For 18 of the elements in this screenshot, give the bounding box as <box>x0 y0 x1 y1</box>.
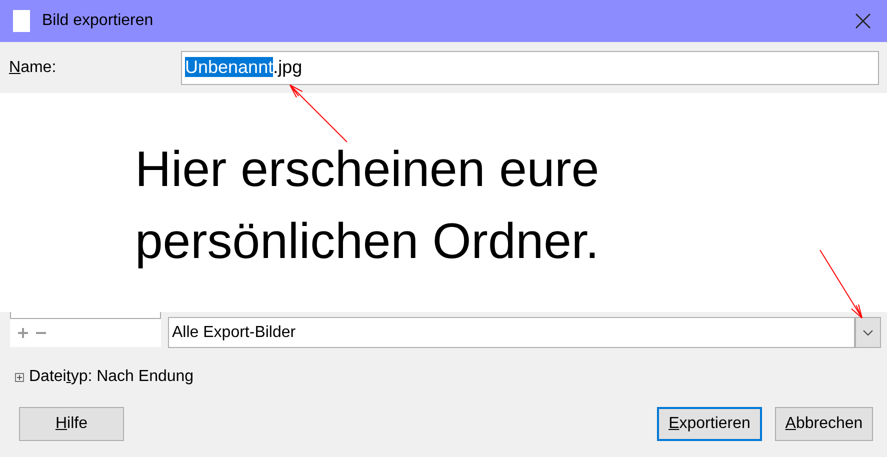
name-input-field[interactable]: Unbenannt.jpg <box>181 50 879 84</box>
expand-toggle[interactable] <box>15 372 24 382</box>
chevron-down-icon <box>863 330 873 336</box>
file-type-label: Dateityp: Nach Endung <box>29 367 194 387</box>
export-button[interactable]: Exportieren <box>657 407 762 441</box>
annotation-arrow <box>820 250 862 318</box>
close-button[interactable] <box>853 11 873 31</box>
close-icon <box>855 13 871 29</box>
annotation-arrow <box>290 84 348 142</box>
name-label: Name: <box>9 58 58 78</box>
plus-icon[interactable] <box>18 328 28 338</box>
help-button[interactable]: Hilfe <box>19 407 124 441</box>
app-icon <box>13 10 30 32</box>
filter-dropdown[interactable]: Alle Export-Bilder <box>168 317 881 348</box>
cancel-button[interactable]: Abbrechen <box>775 407 873 441</box>
minus-icon[interactable] <box>36 332 46 334</box>
window-title: Bild exportieren <box>42 11 154 31</box>
annotation-text: Hier erscheinen eure persönlichen Ordner. <box>135 140 600 271</box>
